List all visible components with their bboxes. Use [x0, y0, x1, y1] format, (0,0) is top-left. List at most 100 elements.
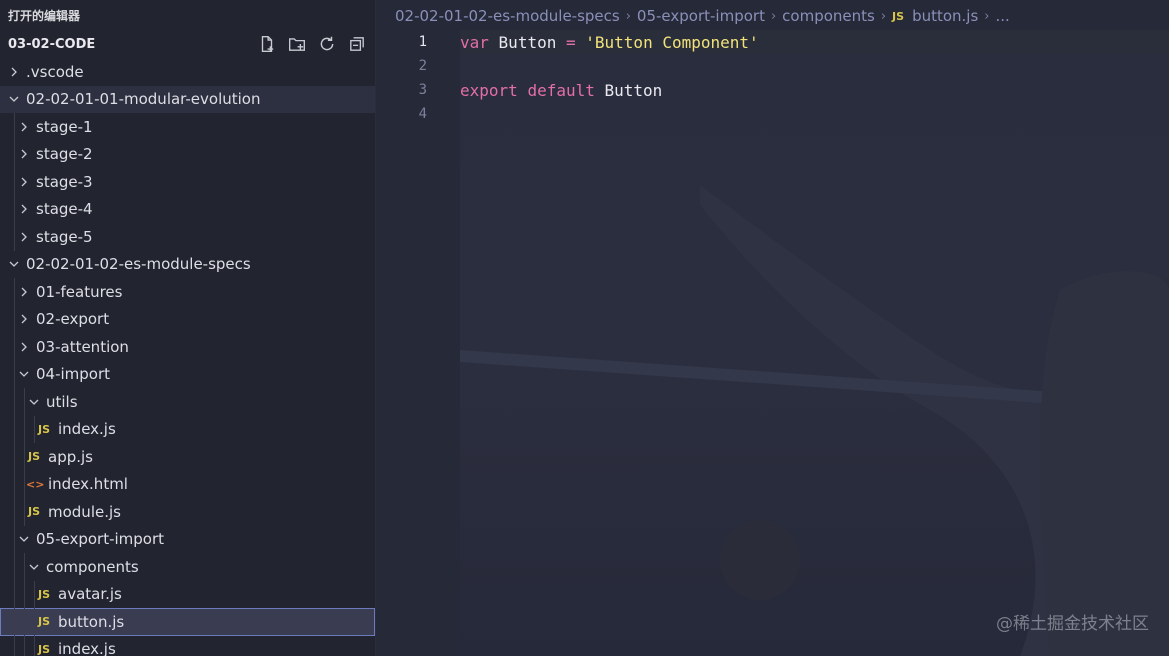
tree-folder[interactable]: 01-features: [0, 278, 375, 306]
tree-file[interactable]: JS module.js: [0, 498, 375, 526]
breadcrumb-item[interactable]: components: [782, 7, 875, 25]
tree-file[interactable]: JS app.js: [0, 443, 375, 471]
indent-guide: [14, 168, 15, 196]
indent-guide: [14, 305, 15, 333]
chevron-right-icon[interactable]: [16, 284, 32, 300]
tree-file[interactable]: JS avatar.js: [0, 580, 375, 608]
indent-guide: [24, 635, 25, 656]
indent-guide: [14, 113, 15, 141]
chevron-right-icon[interactable]: [16, 119, 32, 135]
new-file-icon[interactable]: [257, 34, 277, 54]
tree-file[interactable]: JS button.js: [0, 608, 375, 636]
tree-folder[interactable]: 02-02-01-01-modular-evolution: [0, 85, 375, 113]
chevron-down-icon[interactable]: [26, 394, 42, 410]
code-area[interactable]: var Button = 'Button Component' export de…: [460, 30, 1169, 126]
js-file-icon: JS: [892, 9, 905, 23]
file-tree: .vscode 02-02-01-01-modular-evolution stag…: [0, 58, 375, 656]
chevron-right-icon[interactable]: [16, 229, 32, 245]
breadcrumb-separator-icon: ›: [770, 8, 777, 24]
indent-guide: [14, 525, 15, 553]
tree-file[interactable]: <> index.html: [0, 470, 375, 498]
breadcrumb-item[interactable]: 05-export-import: [637, 7, 765, 25]
line-number: 2: [418, 58, 427, 74]
chevron-down-icon[interactable]: [6, 91, 22, 107]
breadcrumb: 02-02-01-02-es-module-specs › 05-export-im…: [395, 0, 1010, 32]
tree-item-label: .vscode: [26, 62, 84, 81]
chevron-right-icon[interactable]: [16, 339, 32, 355]
code-line[interactable]: var Button = 'Button Component': [460, 30, 1169, 54]
tree-folder[interactable]: stage-3: [0, 168, 375, 196]
chevron-down-icon[interactable]: [26, 559, 42, 575]
breadcrumb-more[interactable]: ...: [996, 7, 1010, 25]
tree-folder[interactable]: stage-4: [0, 195, 375, 223]
chevron-right-icon[interactable]: [16, 174, 32, 190]
tree-folder[interactable]: .vscode: [0, 58, 375, 86]
open-editors-header[interactable]: 打开的编辑器: [0, 0, 375, 30]
line-number: 3: [418, 82, 427, 98]
indent-guide: [14, 470, 15, 498]
indent-guide: [24, 498, 25, 526]
tree-folder[interactable]: 05-export-import: [0, 525, 375, 553]
code-token: =: [565, 32, 576, 52]
code-token: default: [527, 80, 595, 100]
code-line[interactable]: [460, 102, 1169, 126]
tree-item-label: 02-02-01-01-modular-evolution: [26, 90, 261, 109]
tree-folder[interactable]: utils: [0, 388, 375, 416]
indent-guide: [24, 553, 25, 581]
explorer-sidebar: 打开的编辑器 03-02-CODE .vscode 02-02-01-01-mod…: [0, 0, 376, 656]
tree-item-label: app.js: [48, 447, 93, 466]
tree-folder[interactable]: 04-import: [0, 360, 375, 388]
js-file-icon: JS: [27, 450, 40, 464]
new-folder-icon[interactable]: [287, 34, 307, 54]
breadcrumb-item[interactable]: 02-02-01-02-es-module-specs: [395, 7, 620, 25]
chevron-right-icon[interactable]: [16, 311, 32, 327]
tree-folder[interactable]: stage-2: [0, 140, 375, 168]
tree-file[interactable]: JS index.js: [0, 635, 375, 656]
indent-guide: [34, 580, 35, 608]
indent-guide: [24, 580, 25, 608]
tree-item-label: index.js: [58, 420, 116, 439]
code-token: Button: [604, 80, 663, 100]
indent-guide: [34, 635, 35, 656]
code-token: var: [460, 32, 489, 52]
refresh-icon[interactable]: [317, 34, 337, 54]
tree-file[interactable]: JS index.js: [0, 415, 375, 443]
chevron-right-icon[interactable]: [16, 201, 32, 217]
tree-folder[interactable]: stage-1: [0, 113, 375, 141]
tree-folder[interactable]: 02-02-01-02-es-module-specs: [0, 251, 375, 279]
line-number-gutter: 1 2 3 4: [376, 30, 460, 126]
chevron-down-icon[interactable]: [16, 531, 32, 547]
breadcrumb-separator-icon: ›: [984, 8, 990, 24]
breadcrumb-file[interactable]: button.js: [912, 7, 978, 25]
collapse-all-icon[interactable]: [347, 34, 367, 54]
chevron-down-icon[interactable]: [16, 366, 32, 382]
project-title: 03-02-CODE: [8, 36, 96, 52]
tree-item-label: button.js: [58, 612, 125, 631]
project-header[interactable]: 03-02-CODE: [0, 30, 375, 58]
code-line[interactable]: export default Button: [460, 78, 1169, 102]
watermark-text: @稀土掘金技术社区: [996, 614, 1149, 634]
indent-guide: [14, 140, 15, 168]
breadcrumb-separator-icon: ›: [880, 8, 887, 24]
indent-guide: [14, 223, 15, 251]
indent-guide: [14, 278, 15, 306]
tree-item-label: 02-02-01-02-es-module-specs: [26, 255, 251, 274]
tree-folder[interactable]: stage-5: [0, 223, 375, 251]
chevron-down-icon[interactable]: [6, 256, 22, 272]
indent-guide: [24, 608, 25, 636]
tree-folder[interactable]: 03-attention: [0, 333, 375, 361]
chevron-right-icon[interactable]: [6, 64, 22, 80]
chevron-right-icon[interactable]: [16, 146, 32, 162]
line-number: 4: [418, 106, 427, 122]
code-token: export: [460, 80, 518, 100]
code-line[interactable]: [460, 54, 1169, 78]
tree-item-label: stage-3: [36, 172, 93, 191]
tree-folder[interactable]: components: [0, 553, 375, 581]
js-file-icon: JS: [37, 587, 50, 601]
tree-folder[interactable]: 02-export: [0, 305, 375, 333]
indent-guide: [24, 470, 25, 498]
indent-guide: [14, 333, 15, 361]
